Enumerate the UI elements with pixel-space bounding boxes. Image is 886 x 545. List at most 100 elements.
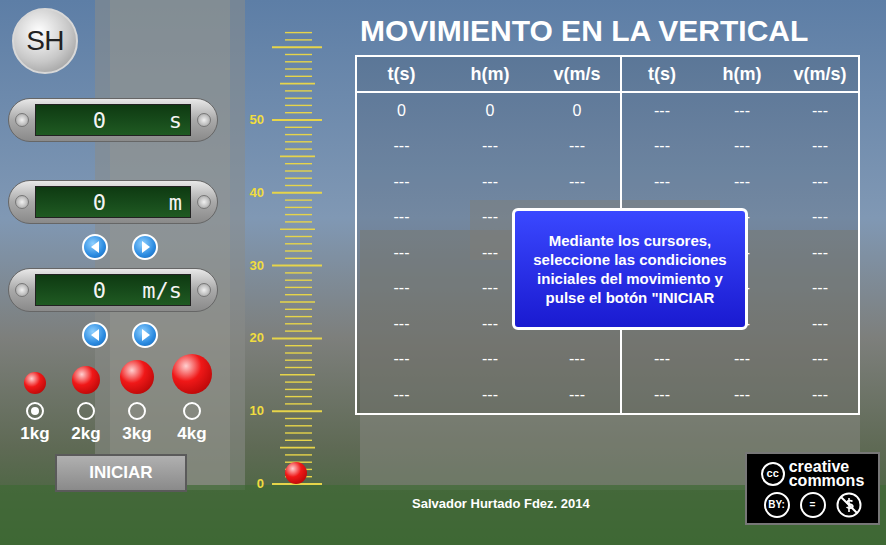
table-cell: --- [782, 129, 858, 165]
table-cell: --- [782, 200, 858, 236]
table-cell: --- [534, 377, 622, 413]
radio-dot [31, 407, 39, 415]
decrease-button[interactable] [82, 234, 108, 260]
start-button[interactable]: INICIAR [55, 454, 187, 492]
table-cell: --- [622, 93, 702, 129]
display-panel: 0m/s [8, 268, 218, 312]
non-commercial-icon [836, 492, 862, 518]
table-cell: --- [782, 271, 858, 307]
table-cell: --- [446, 164, 534, 200]
mass-balls [0, 354, 240, 394]
right-arrow-icon [140, 240, 151, 254]
mass-ball-cell [162, 354, 222, 394]
table-cell: --- [534, 342, 622, 378]
mass-ball-icon [72, 366, 100, 394]
table-cell: --- [782, 164, 858, 200]
table-cell: --- [357, 235, 446, 271]
column-header: h(m) [702, 57, 782, 93]
table-cell: --- [622, 342, 702, 378]
mass-label-cell: 4kg [162, 424, 222, 444]
mass-label: 1kg [20, 424, 49, 444]
screw-icon [197, 195, 211, 209]
mass-ball-icon [172, 354, 212, 394]
table-cell: --- [782, 235, 858, 271]
screw-icon [15, 113, 29, 127]
no-derivatives-icon: = [800, 492, 826, 518]
mass-label: 4kg [177, 424, 206, 444]
mass-labels: 1kg 2kg3kg 4kg [0, 424, 240, 444]
display-value: 0 [36, 274, 106, 307]
left-arrow-icon [90, 240, 101, 254]
table-cell: --- [782, 306, 858, 342]
table-cell: --- [446, 342, 534, 378]
display-panel: 0s [8, 98, 218, 142]
display-screen: 0m/s [35, 274, 191, 306]
license-brand-word: creative [789, 460, 865, 474]
table-cell: 0 [357, 93, 446, 129]
ruler-label: 30 [242, 258, 264, 274]
mass-label-cell: 3kg [112, 424, 162, 444]
table-cell: --- [782, 93, 858, 129]
title: MOVIMIENTO EN LA VERTICAL [340, 0, 886, 55]
mass-radio[interactable] [128, 402, 146, 420]
screw-icon [197, 113, 211, 127]
table-cell: 0 [534, 93, 622, 129]
table-cell: --- [357, 306, 446, 342]
mass-radio-cell [162, 402, 222, 420]
table-cell: 0 [446, 93, 534, 129]
mass-ball-icon [24, 372, 46, 394]
mass-radio[interactable] [183, 402, 201, 420]
decrease-button[interactable] [82, 322, 108, 348]
ruler-label: 20 [242, 330, 264, 346]
increase-button[interactable] [132, 322, 158, 348]
table-cell: --- [357, 164, 446, 200]
table-cell: --- [534, 164, 622, 200]
screw-icon [15, 283, 29, 297]
mass-radio[interactable] [26, 402, 44, 420]
table-cell: --- [782, 342, 858, 378]
table-cell: --- [446, 377, 534, 413]
display-screen: 0m [35, 186, 191, 218]
table-cell: --- [357, 129, 446, 165]
mass-label-cell: 2kg [60, 424, 112, 444]
mass-radio-cell [60, 402, 112, 420]
license-badge: cccreativecommonsBY:= [745, 452, 880, 525]
screw-icon [197, 283, 211, 297]
results-area: MOVIMIENTO EN LA VERTICALt(s)h(m)v(m/st(… [340, 0, 886, 545]
mass-label-cell: 1kg [10, 424, 60, 444]
display-screen: 0s [35, 104, 191, 136]
table-cell: --- [357, 200, 446, 236]
table-cell: --- [622, 129, 702, 165]
table-cell: --- [702, 93, 782, 129]
ruler-label: 10 [242, 403, 264, 419]
left-arrow-icon [90, 328, 101, 342]
display-panel: 0m [8, 180, 218, 224]
increase-button[interactable] [132, 234, 158, 260]
license-brand-word: commons [789, 474, 865, 488]
mass-radio[interactable] [77, 402, 95, 420]
column-header: v(m/s [534, 57, 622, 93]
table-cell: --- [782, 377, 858, 413]
license-brand-text: creativecommons [789, 460, 865, 488]
right-arrow-icon [140, 328, 151, 342]
table-cell: --- [446, 129, 534, 165]
falling-ball[interactable] [285, 462, 307, 484]
cc-icon: cc [761, 462, 785, 486]
attribution-icon: BY: [764, 492, 790, 518]
height-ruler: 50403020100 [240, 0, 340, 545]
mass-ball-icon [120, 360, 154, 394]
table-cell: --- [702, 377, 782, 413]
column-header: v(m/s) [782, 57, 858, 93]
mass-radio-cell [10, 402, 60, 420]
ruler-label: 40 [242, 185, 264, 201]
column-header: t(s) [622, 57, 702, 93]
table-cell: --- [622, 164, 702, 200]
display-unit: m/s [106, 274, 190, 307]
display-value: 0 [36, 186, 106, 219]
table-cell: --- [702, 342, 782, 378]
table-cell: --- [702, 129, 782, 165]
adjust-arrows [0, 234, 240, 260]
display-unit: s [106, 104, 190, 137]
table-cell: --- [702, 164, 782, 200]
footer-row: Salvador Hurtado Fdez. 2014cccreativecom… [340, 452, 886, 527]
